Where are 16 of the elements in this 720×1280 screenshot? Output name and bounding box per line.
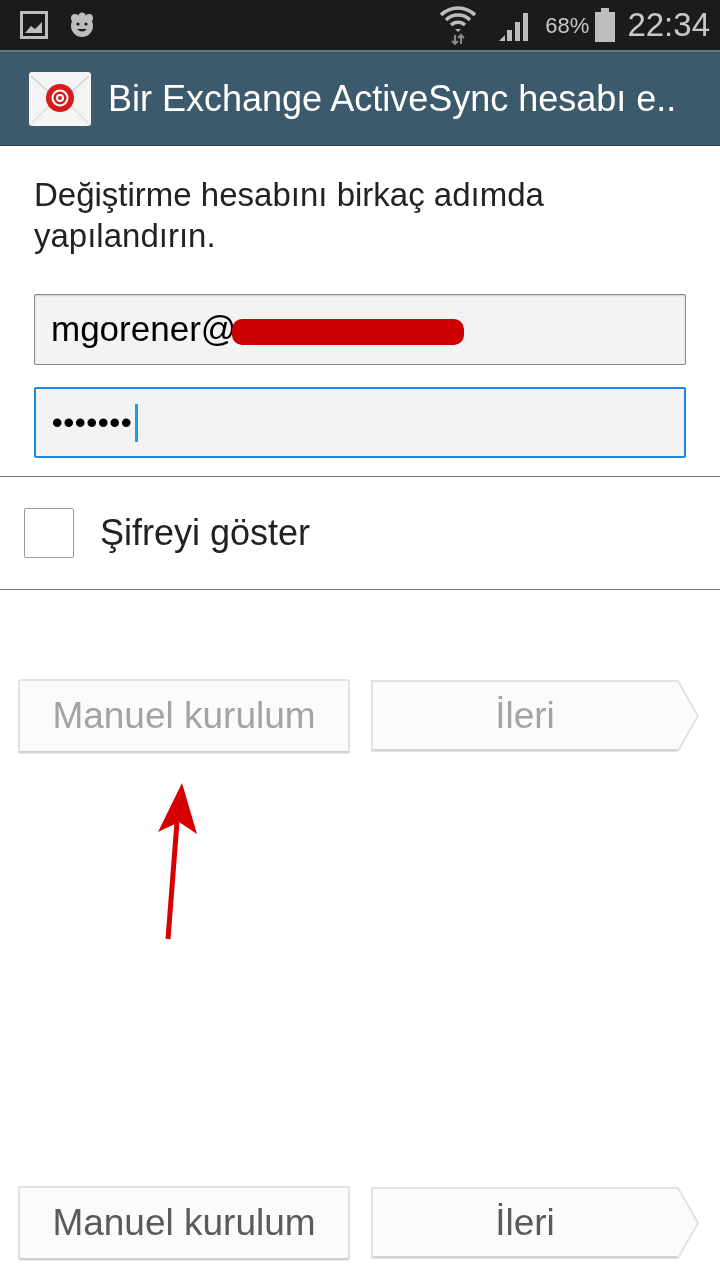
- battery-percent: 68%: [545, 11, 590, 40]
- intro-text: Değiştirme hesabını birkaç adımda yapılandırın.: [34, 175, 545, 256]
- password-field[interactable]: •••••••: [34, 387, 686, 458]
- gallery-icon: [20, 11, 48, 39]
- screen-title: Bir Exchange ActiveSync hesabı e..: [108, 76, 677, 121]
- battery-icon: [595, 8, 616, 42]
- smiley-icon: [68, 11, 96, 39]
- show-password-label: Şifreyi göster: [100, 511, 311, 555]
- manual-setup-button[interactable]: Manuel kurulum: [18, 1186, 350, 1260]
- text-cursor-icon: [134, 403, 138, 442]
- envelope-icon: [29, 71, 91, 126]
- show-password-checkbox[interactable]: [24, 508, 74, 558]
- email-field[interactable]: mgorener@: [34, 294, 686, 365]
- wifi-icon: [439, 5, 478, 45]
- next-button[interactable]: İleri: [370, 1186, 700, 1260]
- clock-time: 22:34: [627, 5, 710, 46]
